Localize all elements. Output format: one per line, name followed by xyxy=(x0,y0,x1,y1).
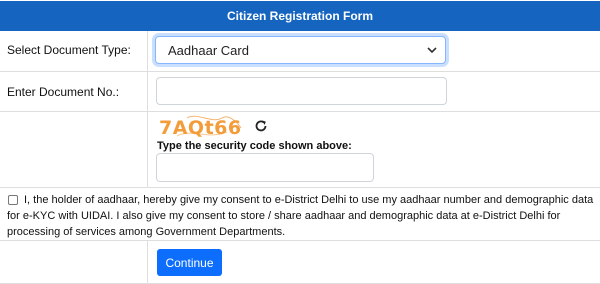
citizen-registration-form: Citizen Registration Form Select Documen… xyxy=(0,0,600,284)
captcha-input[interactable] xyxy=(156,153,374,182)
document-type-label: Select Document Type: xyxy=(7,43,131,57)
captcha-image: 7AQt66 xyxy=(157,114,243,142)
captcha-hint: Type the security code shown above: xyxy=(157,140,352,152)
document-number-input[interactable] xyxy=(156,77,447,105)
refresh-icon[interactable] xyxy=(254,119,268,133)
column-divider xyxy=(147,31,148,71)
action-row xyxy=(0,241,600,284)
column-divider xyxy=(147,241,148,283)
consent-text: I, the holder of aadhaar, hereby give my… xyxy=(7,194,594,238)
continue-button[interactable]: Continue xyxy=(157,249,222,276)
document-type-select[interactable]: Aadhaar Card xyxy=(155,36,446,64)
chevron-down-icon xyxy=(427,47,437,54)
column-divider xyxy=(147,72,148,111)
document-type-selected-value: Aadhaar Card xyxy=(168,42,249,58)
document-number-label: Enter Document No.: xyxy=(7,85,120,99)
column-divider xyxy=(147,112,148,187)
captcha-code: 7AQt66 xyxy=(159,117,242,139)
form-title: Citizen Registration Form xyxy=(0,1,600,31)
